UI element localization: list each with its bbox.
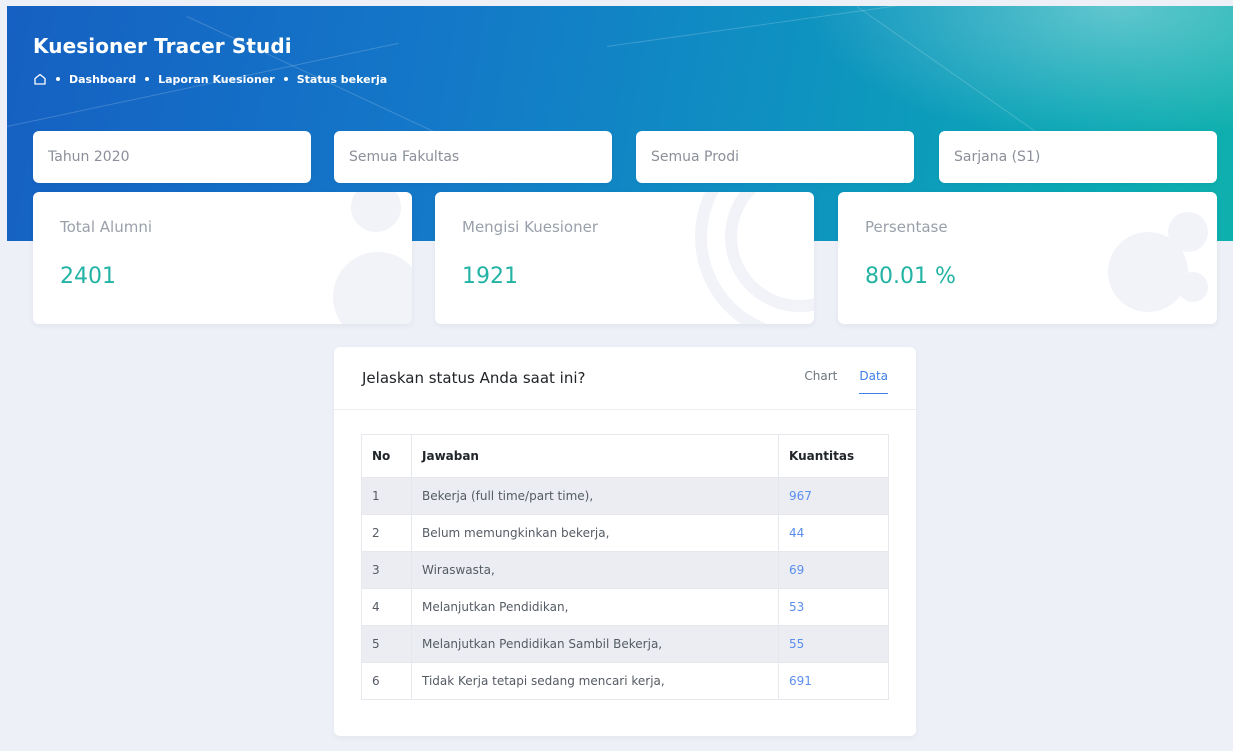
answers-table: No Jawaban Kuantitas 1 Bekerja (full tim…: [361, 434, 889, 700]
breadcrumb: Dashboard Laporan Kuesioner Status beker…: [33, 72, 387, 86]
cell-no: 4: [361, 588, 412, 626]
stat-value: 2401: [60, 264, 116, 289]
cell-kuantitas[interactable]: 691: [778, 662, 889, 700]
home-icon[interactable]: [33, 72, 47, 86]
question-card: Jelaskan status Anda saat ini? Chart Dat…: [334, 347, 916, 736]
table-row: 2 Belum memungkinkan bekerja, 44: [361, 514, 889, 552]
cell-no: 3: [361, 551, 412, 589]
cell-jawaban: Belum memungkinkan bekerja,: [411, 514, 779, 552]
tab-chart[interactable]: Chart: [804, 369, 837, 394]
cell-jawaban: Tidak Kerja tetapi sedang mencari kerja,: [411, 662, 779, 700]
cell-kuantitas[interactable]: 55: [778, 625, 889, 663]
stat-persentase: Persentase 80.01 %: [838, 192, 1217, 324]
table-header-row: No Jawaban Kuantitas: [361, 434, 889, 478]
view-tabs: Chart Data: [804, 369, 888, 394]
cell-no: 1: [361, 477, 412, 515]
stat-label: Total Alumni: [60, 218, 153, 236]
filter-bar: Tahun 2020 Semua Fakultas Semua Prodi Sa…: [33, 131, 1219, 183]
card-header: Jelaskan status Anda saat ini? Chart Dat…: [334, 347, 916, 410]
table-row: 4 Melanjutkan Pendidikan, 53: [361, 588, 889, 626]
cell-jawaban: Melanjutkan Pendidikan Sambil Bekerja,: [411, 625, 779, 663]
stat-total-alumni: Total Alumni 2401: [33, 192, 412, 324]
cell-jawaban: Wiraswasta,: [411, 551, 779, 589]
breadcrumb-status-bekerja: Status bekerja: [296, 72, 388, 86]
column-header-jawaban: Jawaban: [411, 434, 779, 478]
cell-no: 6: [361, 662, 412, 700]
year-select[interactable]: Tahun 2020: [33, 131, 311, 183]
cell-no: 2: [361, 514, 412, 552]
column-header-no: No: [361, 434, 412, 478]
stat-label: Mengisi Kuesioner: [462, 218, 599, 236]
stat-value: 80.01 %: [865, 264, 956, 289]
table-row: 5 Melanjutkan Pendidikan Sambil Bekerja,…: [361, 625, 889, 663]
breadcrumb-dashboard[interactable]: Dashboard: [69, 73, 136, 86]
level-select[interactable]: Sarjana (S1): [939, 131, 1217, 183]
prodi-select[interactable]: Semua Prodi: [636, 131, 914, 183]
table-row: 3 Wiraswasta, 69: [361, 551, 889, 589]
column-header-kuantitas: Kuantitas: [778, 434, 889, 478]
table-row: 6 Tidak Kerja tetapi sedang mencari kerj…: [361, 662, 889, 700]
cell-no: 5: [361, 625, 412, 663]
page-title: Kuesioner Tracer Studi: [33, 34, 292, 58]
cell-kuantitas[interactable]: 69: [778, 551, 889, 589]
cell-kuantitas[interactable]: 53: [778, 588, 889, 626]
cell-jawaban: Melanjutkan Pendidikan,: [411, 588, 779, 626]
question-title: Jelaskan status Anda saat ini?: [362, 369, 586, 387]
stat-mengisi-kuesioner: Mengisi Kuesioner 1921: [435, 192, 814, 324]
breadcrumb-laporan-kuesioner[interactable]: Laporan Kuesioner: [158, 73, 275, 86]
faculty-select[interactable]: Semua Fakultas: [334, 131, 612, 183]
tab-data[interactable]: Data: [859, 369, 888, 394]
stat-label: Persentase: [865, 218, 948, 236]
cell-kuantitas[interactable]: 44: [778, 514, 889, 552]
stat-value: 1921: [462, 264, 518, 289]
cell-jawaban: Bekerja (full time/part time),: [411, 477, 779, 515]
table-row: 1 Bekerja (full time/part time), 967: [361, 477, 889, 515]
cell-kuantitas[interactable]: 967: [778, 477, 889, 515]
